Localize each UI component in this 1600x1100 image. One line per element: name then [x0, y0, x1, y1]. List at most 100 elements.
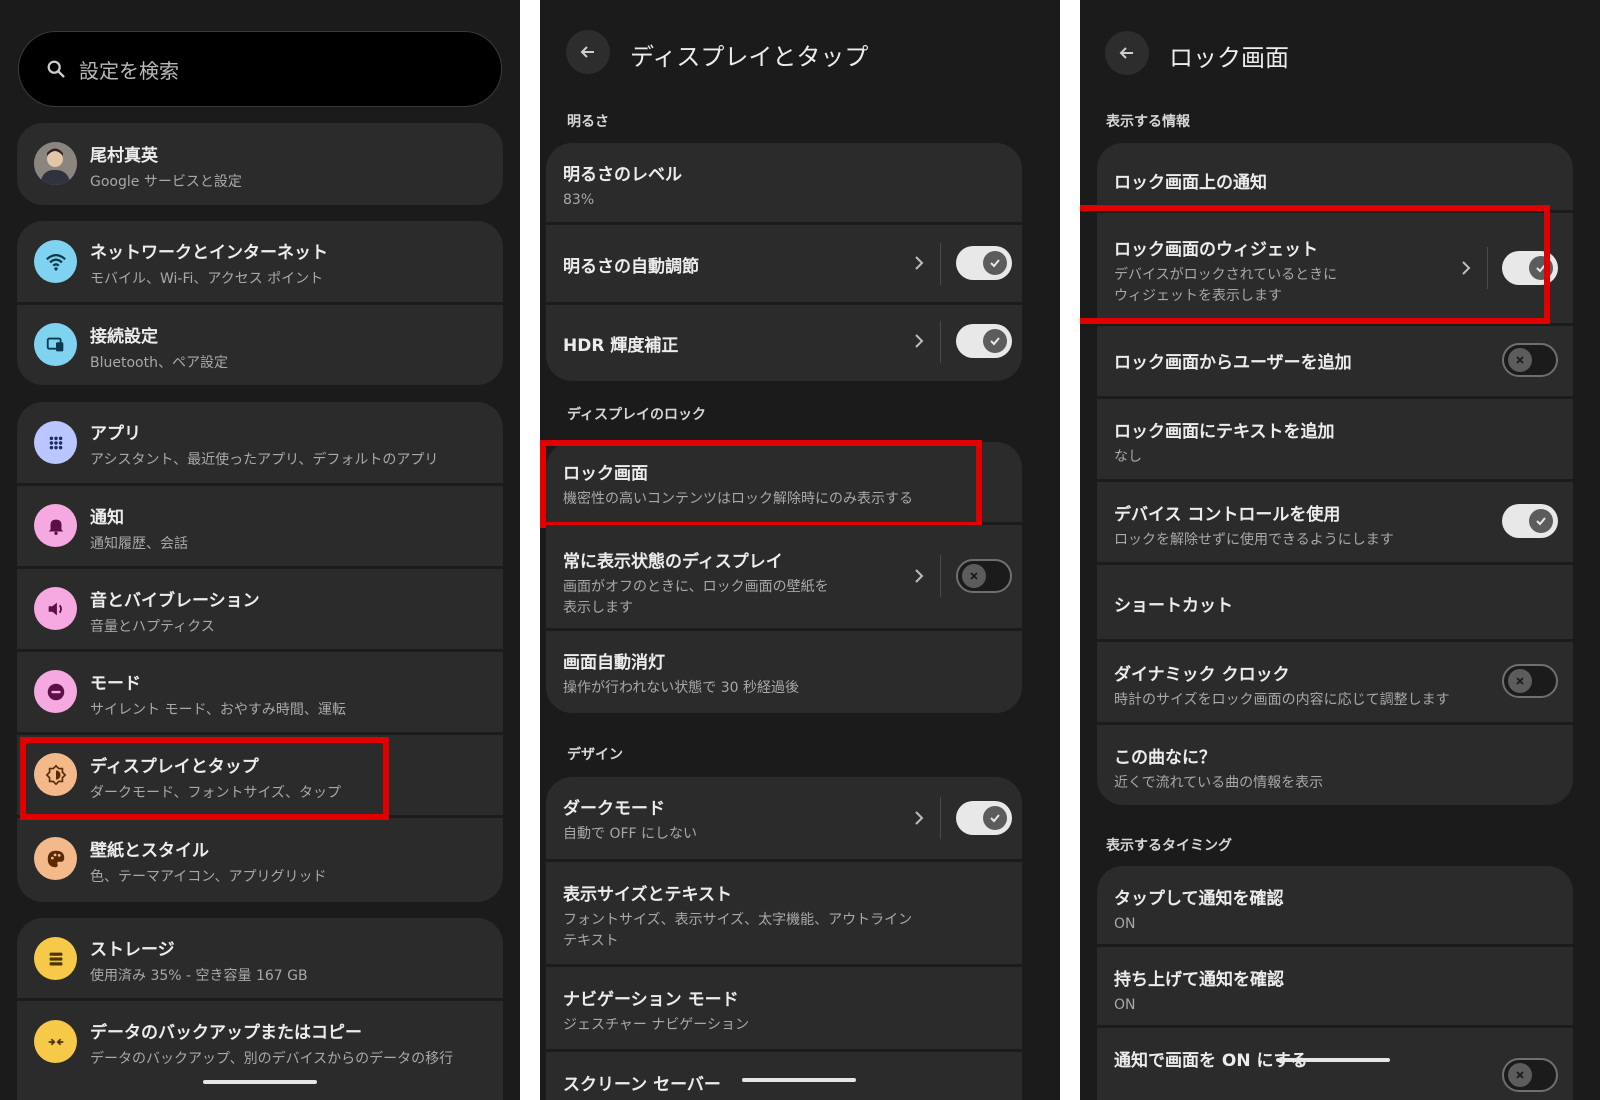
settings-item-apps[interactable]: アプリ アシスタント、最近使ったアプリ、デフォルトのアプリ: [17, 402, 503, 483]
settings-item-brightness-level[interactable]: 明るさのレベル 83%: [546, 143, 1022, 222]
settings-item-screen-timeout[interactable]: 画面自動消灯 操作が行われない状態で 30 秒経過後: [546, 631, 1022, 713]
section-header-info: 表示する情報: [1106, 114, 1190, 130]
check-icon: [990, 814, 1000, 823]
settings-item-now-playing[interactable]: この曲なに？ 近くで流れている曲の情報を表示: [1097, 725, 1573, 805]
adaptive-brightness-toggle[interactable]: [956, 246, 1012, 280]
item-subtitle: フォントサイズ、表示サイズ、太字機能、アウトライン テキスト: [563, 912, 913, 949]
settings-item-dynamic-clock[interactable]: ダイナミック クロック 時計のサイズをロック画面の内容に応じて調整します: [1097, 642, 1573, 722]
account-card[interactable]: 尾村真英 Google サービスと設定: [17, 123, 503, 205]
settings-item-title: 音とバイブレーション: [90, 591, 260, 611]
settings-group-storage: ストレージ 使用済み 35% - 空き容量 167 GB データのバックアップま…: [17, 918, 503, 1100]
settings-item-subtitle: アシスタント、最近使ったアプリ、デフォルトのアプリ: [90, 452, 439, 468]
settings-item-wake-on-notify[interactable]: 通知で画面を ON にする: [1097, 1028, 1573, 1100]
settings-item-wallpaper[interactable]: 壁紙とスタイル 色、テーマアイコン、アプリグリッド: [17, 818, 503, 902]
bell-icon: [34, 504, 77, 547]
settings-item-shortcuts[interactable]: ショートカット: [1097, 565, 1573, 639]
settings-item-backup[interactable]: データのバックアップまたはコピー データのバックアップ、別のデバイスからのデータ…: [17, 1001, 503, 1100]
settings-item-add-text[interactable]: ロック画面にテキストを追加 なし: [1097, 399, 1573, 479]
highlight-box: [540, 440, 982, 528]
settings-item-connected-devices[interactable]: 接続設定 Bluetooth、ペア設定: [17, 305, 503, 385]
settings-item-storage[interactable]: ストレージ 使用済み 35% - 空き容量 167 GB: [17, 918, 503, 998]
settings-item-sound[interactable]: 音とバイブレーション 音量とハプティクス: [17, 569, 503, 649]
settings-item-lock-notifications[interactable]: ロック画面上の通知: [1097, 143, 1573, 210]
chevron-right-icon[interactable]: [912, 331, 926, 351]
item-subtitle: 操作が行われない状態で 30 秒経過後: [563, 680, 800, 696]
page-title: ロック画面: [1169, 44, 1289, 72]
back-arrow-icon: [580, 46, 594, 58]
settings-item-title: 接続設定: [90, 327, 158, 347]
settings-item-device-controls[interactable]: デバイス コントロールを使用 ロックを解除せずに使用できるようにします: [1097, 482, 1573, 562]
wake-on-notify-toggle[interactable]: [1502, 1058, 1558, 1092]
settings-item-add-users[interactable]: ロック画面からユーザーを追加: [1097, 326, 1573, 396]
item-title: タップして通知を確認: [1114, 889, 1284, 909]
item-title: ダークモード: [563, 799, 665, 819]
item-subtitle: 時計のサイズをロック画面の内容に応じて調整します: [1114, 692, 1450, 708]
always-on-display-toggle[interactable]: [956, 559, 1012, 593]
settings-item-subtitle: サイレント モード、おやすみ時間、運転: [90, 702, 346, 718]
chevron-right-icon[interactable]: [912, 808, 926, 828]
item-title: 画面自動消灯: [563, 653, 665, 673]
settings-item-subtitle: モバイル、Wi-Fi、アクセス ポイント: [90, 271, 324, 287]
settings-item-title: ストレージ: [90, 940, 175, 960]
do-not-disturb-icon: [34, 670, 77, 713]
check-icon: [990, 337, 1000, 346]
item-subtitle: ON: [1114, 997, 1136, 1013]
account-subtitle: Google サービスと設定: [90, 174, 242, 190]
home-indicator[interactable]: [742, 1078, 856, 1082]
settings-item-screensaver[interactable]: スクリーン セーバー: [546, 1052, 1022, 1100]
settings-item-subtitle: 音量とハプティクス: [90, 619, 215, 635]
item-title: HDR 輝度補正: [563, 336, 679, 356]
settings-item-title: アプリ: [90, 424, 141, 444]
page-title: ディスプレイとタップ: [630, 43, 869, 71]
item-subtitle: 83%: [563, 192, 595, 208]
check-icon: [1536, 517, 1546, 526]
item-subtitle: 画面がオフのときに、ロック画面の壁紙を 表示します: [563, 579, 829, 616]
close-icon: [970, 572, 978, 580]
settings-item-title: モード: [90, 674, 141, 694]
settings-item-modes[interactable]: モード サイレント モード、おやすみ時間、運転: [17, 652, 503, 732]
back-button[interactable]: [566, 30, 610, 74]
home-indicator[interactable]: [203, 1080, 317, 1084]
settings-item-subtitle: 色、テーマアイコン、アプリグリッド: [90, 869, 327, 885]
lock-screen-panel: ロック画面 表示する情報 ロック画面上の通知 ロック画面のウィジェット デバイス…: [1080, 0, 1600, 1100]
item-title: ナビゲーション モード: [563, 990, 739, 1010]
settings-item-adaptive-brightness[interactable]: 明るさの自動調節: [546, 225, 1022, 302]
dynamic-clock-toggle[interactable]: [1502, 664, 1558, 698]
device-controls-toggle[interactable]: [1502, 504, 1558, 538]
settings-item-hdr[interactable]: HDR 輝度補正: [546, 305, 1022, 381]
chevron-right-icon[interactable]: [912, 253, 926, 273]
hdr-toggle[interactable]: [956, 324, 1012, 358]
storage-icon: [34, 937, 77, 980]
add-users-toggle[interactable]: [1502, 343, 1558, 377]
close-icon: [1516, 677, 1524, 685]
settings-item-title: 通知: [90, 508, 124, 528]
close-icon: [1516, 356, 1524, 364]
settings-item-network[interactable]: ネットワークとインターネット モバイル、Wi-Fi、アクセス ポイント: [17, 221, 503, 302]
settings-group-device: アプリ アシスタント、最近使ったアプリ、デフォルトのアプリ 通知 通知履歴、会話…: [17, 402, 503, 902]
search-placeholder: 設定を検索: [79, 58, 179, 83]
item-subtitle: ロックを解除せずに使用できるようにします: [1114, 532, 1394, 548]
section-header-lock: ディスプレイのロック: [567, 407, 707, 423]
item-subtitle: なし: [1114, 449, 1142, 465]
settings-item-lift-check[interactable]: 持ち上げて通知を確認 ON: [1097, 947, 1573, 1025]
home-indicator[interactable]: [1276, 1058, 1390, 1062]
settings-item-tap-check[interactable]: タップして通知を確認 ON: [1097, 866, 1573, 944]
settings-item-always-on-display[interactable]: 常に表示状態のディスプレイ 画面がオフのときに、ロック画面の壁紙を 表示します: [546, 525, 1022, 628]
highlight-box: [1080, 205, 1550, 324]
back-button[interactable]: [1105, 31, 1149, 75]
chevron-right-icon[interactable]: [912, 566, 926, 586]
section-header-timing: 表示するタイミング: [1106, 838, 1232, 854]
item-subtitle: 自動で OFF にしない: [563, 826, 698, 842]
settings-item-notifications[interactable]: 通知 通知履歴、会話: [17, 486, 503, 566]
item-title: 持ち上げて通知を確認: [1114, 970, 1284, 990]
item-title: デバイス コントロールを使用: [1114, 505, 1341, 525]
search-bar[interactable]: 設定を検索: [18, 31, 502, 107]
close-icon: [1516, 1071, 1524, 1079]
item-title: 表示サイズとテキスト: [563, 885, 732, 905]
settings-item-navigation-mode[interactable]: ナビゲーション モード ジェスチャー ナビゲーション: [546, 967, 1022, 1049]
settings-item-dark-mode[interactable]: ダークモード 自動で OFF にしない: [546, 777, 1022, 859]
avatar: [34, 142, 77, 185]
settings-item-display-size[interactable]: 表示サイズとテキスト フォントサイズ、表示サイズ、太字機能、アウトライン テキスト: [546, 862, 1022, 964]
dark-mode-toggle[interactable]: [956, 801, 1012, 835]
item-title: ロック画面からユーザーを追加: [1114, 353, 1352, 373]
